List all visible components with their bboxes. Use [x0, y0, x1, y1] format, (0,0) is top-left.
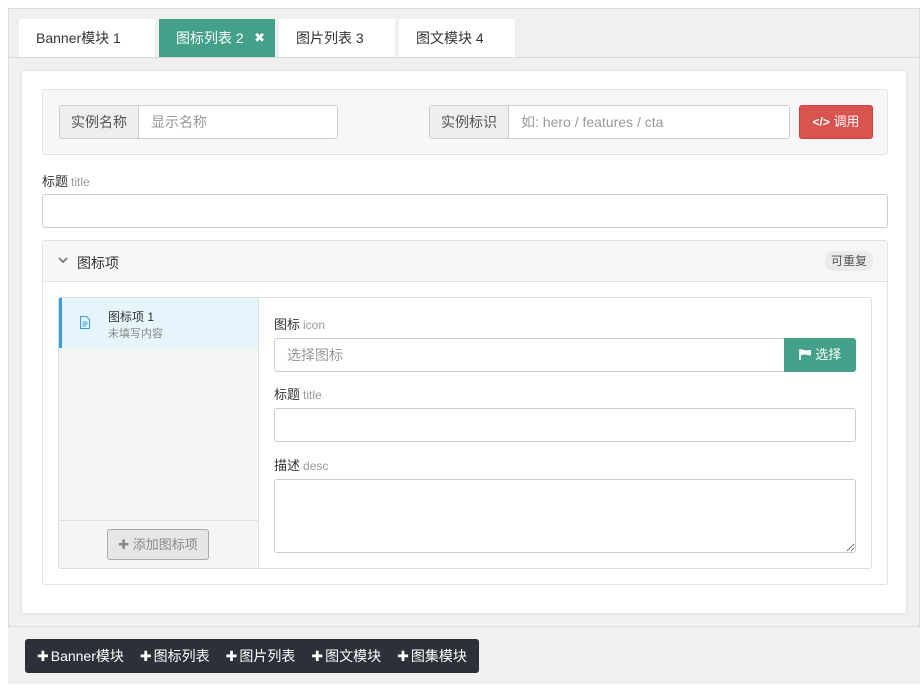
pick-icon-button[interactable]: 选择	[784, 338, 856, 372]
add-banner-button[interactable]: ✚ Banner模块	[29, 639, 132, 673]
item-title-label-hint: title	[303, 388, 322, 402]
list-item-subtitle: 未填写内容	[108, 328, 163, 340]
list-item-title: 图标项 1	[108, 310, 155, 324]
pick-icon-label: 选择	[815, 347, 842, 362]
add-icon-list-label: 图标列表	[153, 648, 210, 664]
item-title-field-label: 标题 title	[274, 384, 322, 403]
module-tabs: Banner模块 1 图标列表 2 ✖ 图片列表 3 图文模块 4	[19, 19, 519, 57]
tab-icon-list[interactable]: 图标列表 2 ✖	[159, 19, 275, 57]
document-icon	[80, 316, 90, 329]
title-label-text: 标题	[42, 174, 69, 189]
add-image-text-button[interactable]: ✚ 图文模块	[303, 639, 389, 673]
title-input[interactable]	[42, 194, 888, 228]
tab-image-text[interactable]: 图文模块 4	[399, 19, 515, 57]
list-item[interactable]: 图标项 1 未填写内容	[59, 298, 258, 348]
add-item-label: 添加图标项	[132, 537, 198, 552]
add-image-text-label: 图文模块	[325, 648, 382, 664]
tab-label: Banner模块 1	[36, 30, 121, 46]
call-button-label: 调用	[833, 114, 860, 129]
module-editor: Banner模块 1 图标列表 2 ✖ 图片列表 3 图文模块 4 实例名称 实例…	[8, 8, 920, 684]
add-module-bar: ✚ Banner模块 ✚ 图标列表 ✚ 图片列表 ✚ 图文模块 ✚ 图集模块	[8, 626, 920, 684]
plus-icon: ✚	[397, 648, 409, 664]
plus-icon: ✚	[37, 648, 49, 664]
add-gallery-label: 图集模块	[410, 648, 467, 664]
icon-field-label: 图标 icon	[274, 314, 325, 333]
desc-label-text: 描述	[274, 458, 301, 473]
instance-name-label: 实例名称	[60, 106, 139, 138]
tab-label: 图片列表 3	[296, 30, 364, 46]
tab-label: 图标列表 2	[176, 30, 244, 46]
group-header[interactable]: 图标项 可重复	[43, 241, 887, 282]
items-editor: 图标项 1 未填写内容 ✚ 添加图标项 图标 icon 选择图标 选择 标题 t…	[58, 297, 872, 569]
instance-id-group: 实例标识	[429, 105, 790, 139]
repeatable-badge: 可重复	[824, 251, 873, 271]
tab-banner[interactable]: Banner模块 1	[19, 19, 155, 57]
instance-name-group: 实例名称	[59, 105, 338, 139]
add-image-list-button[interactable]: ✚ 图片列表	[218, 639, 304, 673]
desc-textarea[interactable]	[274, 479, 856, 553]
desc-field-label: 描述 desc	[274, 455, 328, 474]
add-gallery-button[interactable]: ✚ 图集模块	[389, 639, 475, 673]
add-banner-label: Banner模块	[50, 648, 124, 664]
list-footer: ✚ 添加图标项	[59, 520, 258, 568]
tab-label: 图文模块 4	[416, 30, 484, 46]
add-icon-list-button[interactable]: ✚ 图标列表	[132, 639, 218, 673]
close-icon[interactable]: ✖	[254, 19, 265, 57]
items-list: 图标项 1 未填写内容 ✚ 添加图标项	[59, 298, 259, 568]
plus-icon: ✚	[225, 648, 238, 664]
icon-label-hint: icon	[303, 318, 326, 332]
tab-divider	[9, 57, 919, 58]
code-icon: </>	[812, 115, 830, 129]
tab-image-list[interactable]: 图片列表 3	[279, 19, 395, 57]
icon-items-group: 图标项 可重复 图标项 1 未填写内容 ✚ 添加图标项 图标 icon 选择图标…	[42, 240, 888, 585]
flag-icon	[798, 349, 811, 360]
chevron-down-icon	[58, 257, 68, 264]
item-title-label-text: 标题	[274, 387, 301, 402]
plus-icon: ✚	[118, 537, 130, 552]
instance-settings: 实例名称 实例标识 </> 调用	[42, 89, 888, 155]
add-image-list-label: 图片列表	[239, 648, 296, 664]
desc-label-hint: desc	[303, 459, 329, 473]
module-panel: 实例名称 实例标识 </> 调用 标题title 图标项 可重复	[21, 70, 907, 614]
icon-label-text: 图标	[274, 317, 301, 332]
instance-id-input[interactable]	[509, 106, 789, 138]
title-field-label: 标题 title	[42, 171, 90, 190]
add-module-toolbar: ✚ Banner模块 ✚ 图标列表 ✚ 图片列表 ✚ 图文模块 ✚ 图集模块	[25, 639, 479, 673]
plus-icon: ✚	[139, 648, 152, 664]
plus-icon: ✚	[311, 648, 324, 664]
instance-id-label: 实例标识	[430, 106, 509, 138]
instance-name-input[interactable]	[139, 106, 337, 138]
group-title: 图标项	[77, 255, 119, 271]
add-item-button[interactable]: ✚ 添加图标项	[107, 529, 209, 560]
call-button[interactable]: </> 调用	[799, 105, 873, 139]
icon-input[interactable]	[274, 338, 785, 372]
item-form: 图标icon 选择 标题title 描述desc	[274, 298, 857, 568]
item-title-input[interactable]	[274, 408, 856, 442]
title-label-hint: title	[71, 175, 90, 189]
